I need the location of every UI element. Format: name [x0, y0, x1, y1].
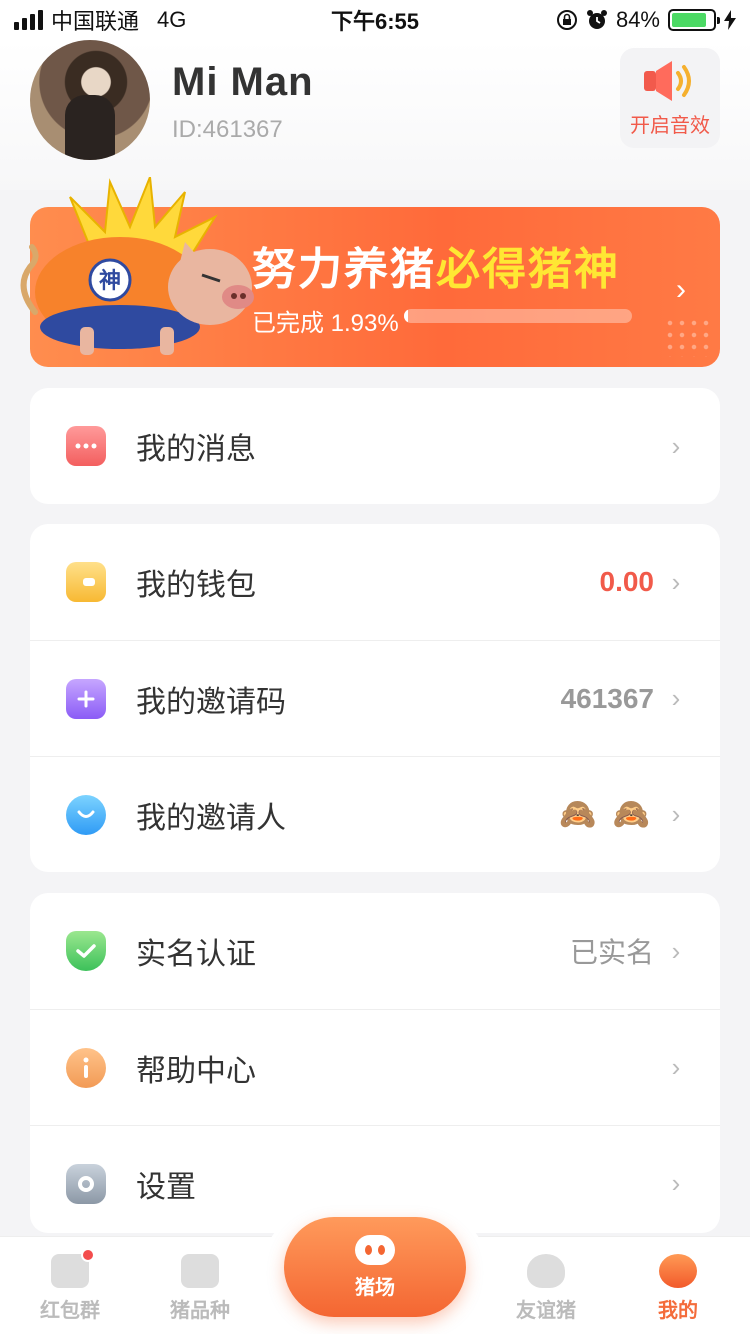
menu-item-inviter[interactable]: 我的邀请人 🙈 🙈 ›	[30, 756, 720, 872]
tab-label: 猪场	[355, 1276, 395, 1299]
menu-item-messages[interactable]: 我的消息 ›	[30, 388, 720, 504]
chevron-right-icon: ›	[671, 430, 681, 461]
menu-item-label: 实名认证	[136, 938, 256, 971]
banner-title-highlight: 必得猪神	[436, 245, 620, 294]
tab-pig-farm[interactable]: 猪场	[284, 1217, 466, 1317]
charging-icon	[724, 10, 736, 30]
status-right: 84%	[556, 7, 736, 33]
profile-smile-icon	[659, 1254, 697, 1288]
menu-item-label: 我的邀请人	[136, 801, 286, 835]
user-name: Mi Man	[172, 60, 314, 104]
banner-title: 努力养猪必得猪神	[252, 233, 620, 297]
alarm-icon	[586, 10, 607, 29]
menu-item-label: 我的消息	[136, 433, 256, 466]
signal-icon	[14, 10, 43, 30]
profile-header: Mi Man ID:461367 开启音效	[0, 40, 750, 190]
settings-card: 实名认证 已实名 › 帮助中心 › 设置 ›	[30, 893, 720, 1233]
tab-red-packet-group[interactable]: 红包群	[25, 1248, 115, 1323]
menu-item-label: 我的钱包	[136, 569, 256, 602]
chevron-right-icon: ›	[671, 566, 681, 597]
tab-mine[interactable]: 我的	[633, 1254, 723, 1323]
inviter-value: 🙈 🙈	[558, 798, 654, 831]
plus-icon	[66, 678, 106, 719]
menu-item-real-name[interactable]: 实名认证 已实名 ›	[30, 893, 720, 1009]
wallet-balance: 0.00	[599, 566, 655, 597]
battery-percent: 84%	[615, 7, 660, 32]
invite-code-value: 461367	[560, 682, 654, 714]
banner-chevron-icon: ›	[676, 273, 686, 306]
sound-toggle-button[interactable]: 开启音效	[620, 48, 720, 148]
tab-pig-breeds[interactable]: 猪品种	[155, 1254, 245, 1323]
banner-progress-label: 已完成 1.93%	[252, 310, 399, 337]
tab-label: 猪品种	[170, 1300, 230, 1322]
menu-item-invite-code[interactable]: 我的邀请码 461367 ›	[30, 640, 720, 756]
avatar[interactable]	[30, 40, 150, 160]
wallet-icon	[66, 562, 106, 602]
pig-snout-icon	[355, 1234, 395, 1265]
heart-icon	[527, 1254, 565, 1288]
tab-label: 红包群	[40, 1300, 100, 1322]
network-type: 4G	[157, 7, 187, 32]
user-id: ID:461367	[172, 116, 283, 143]
tab-friendship-pig[interactable]: 友谊猪	[501, 1254, 591, 1323]
info-icon	[66, 1047, 106, 1088]
chevron-right-icon: ›	[671, 1168, 681, 1198]
chevron-right-icon: ›	[671, 683, 681, 713]
status-bar: 中国联通 4G 下午6:55 84%	[0, 0, 750, 40]
speaker-icon	[644, 60, 691, 101]
account-card: 我的钱包 0.00 › 我的邀请码 461367 › 我的邀请人 🙈 🙈 ›	[30, 524, 720, 872]
pig-god-banner[interactable]: 神 努力养猪必得猪神 已完成 1.93% ›	[20, 177, 720, 367]
message-icon	[66, 426, 106, 466]
banner-dots-decoration	[664, 317, 714, 357]
notification-dot	[81, 1248, 95, 1262]
sound-toggle-label: 开启音效	[630, 114, 710, 137]
menu-item-help[interactable]: 帮助中心 ›	[30, 1009, 720, 1125]
document-icon	[181, 1254, 219, 1288]
battery-icon	[668, 9, 720, 31]
chevron-right-icon: ›	[671, 935, 681, 966]
menu-item-wallet[interactable]: 我的钱包 0.00 ›	[30, 524, 720, 640]
menu-item-label: 帮助中心	[136, 1054, 256, 1088]
rotation-lock-icon	[556, 10, 577, 30]
menu-item-label: 我的邀请码	[136, 685, 286, 719]
banner-progress-fill	[404, 309, 409, 323]
messages-card: 我的消息 ›	[30, 388, 720, 504]
real-name-status: 已实名	[569, 937, 654, 968]
carrier-name: 中国联通	[51, 9, 140, 34]
shield-check-icon	[66, 931, 106, 971]
gear-icon	[66, 1163, 106, 1204]
banner-title-main: 努力养猪	[252, 245, 436, 294]
red-packet-icon	[51, 1248, 95, 1288]
pig-badge-text: 神	[99, 268, 121, 294]
chevron-right-icon: ›	[671, 799, 681, 829]
tab-label: 友谊猪	[516, 1300, 576, 1322]
smile-icon	[66, 794, 106, 835]
banner-progress-bar	[404, 309, 632, 323]
battery-level	[672, 13, 706, 27]
pig-god-illustration: 神	[20, 177, 254, 355]
chevron-right-icon: ›	[671, 1052, 681, 1082]
tab-label: 我的	[658, 1300, 698, 1322]
status-left: 中国联通 4G	[14, 4, 186, 36]
